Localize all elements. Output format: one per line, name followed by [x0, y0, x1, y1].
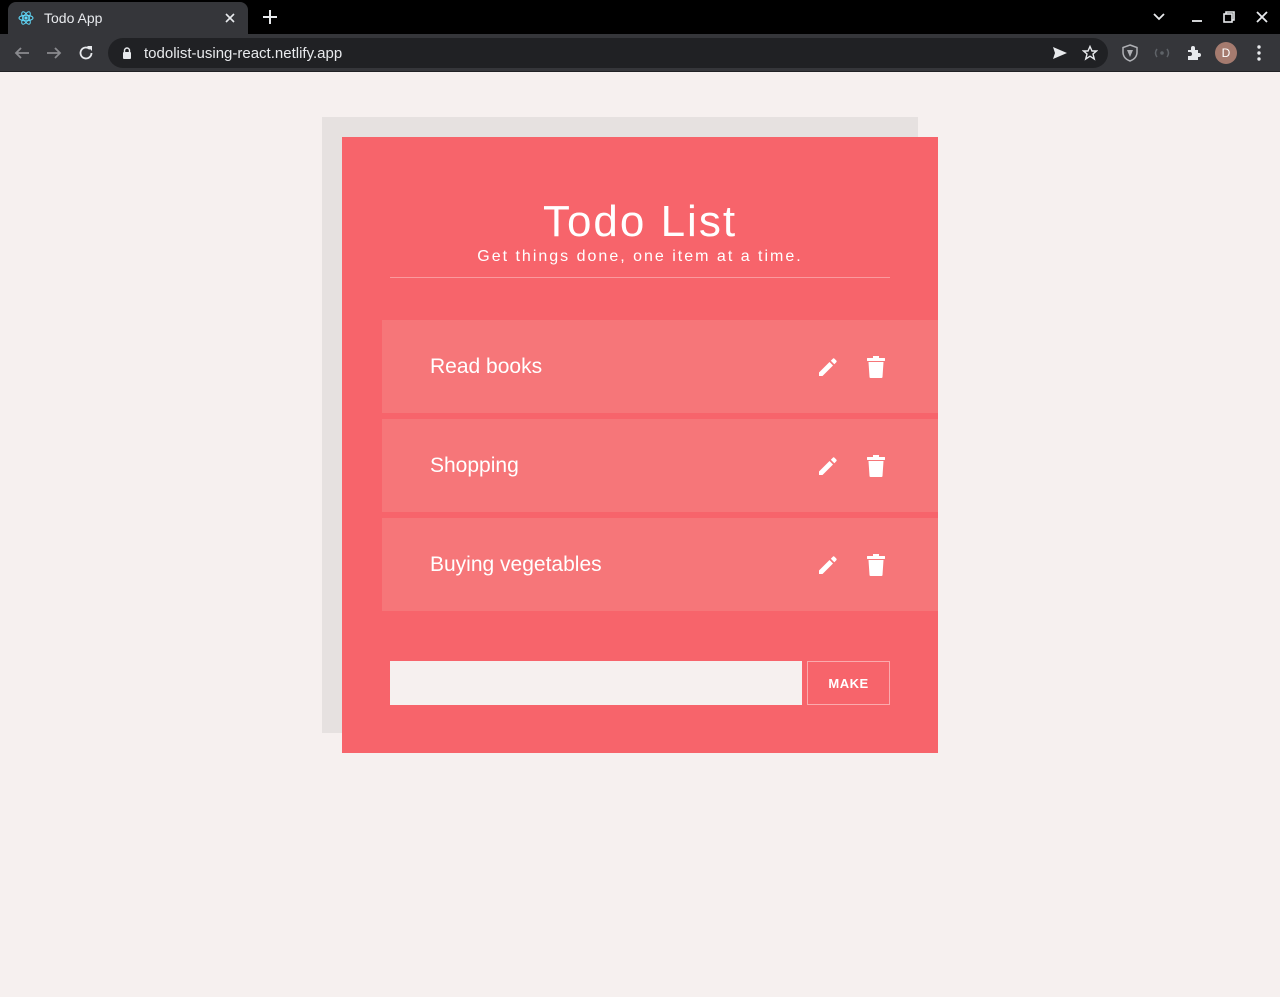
todo-item: Buying vegetables [382, 518, 938, 611]
bookmark-star-icon[interactable] [1078, 41, 1102, 65]
react-logo-icon [18, 10, 34, 26]
restore-icon[interactable] [1219, 7, 1239, 27]
trash-icon[interactable] [862, 353, 890, 381]
new-tab-plus-icon[interactable] [258, 5, 282, 29]
todo-item: Shopping [382, 419, 938, 512]
pencil-icon[interactable] [814, 452, 842, 480]
minimize-icon[interactable] [1187, 7, 1207, 27]
address-bar[interactable]: todolist-using-react.netlify.app [108, 38, 1108, 68]
pencil-icon[interactable] [814, 353, 842, 381]
new-todo-input[interactable] [390, 661, 802, 705]
todo-text: Buying vegetables [430, 552, 602, 576]
back-arrow-icon[interactable] [10, 41, 34, 65]
browser-titlebar: Todo App [0, 0, 1280, 34]
tab-close-icon[interactable] [222, 10, 238, 26]
tab-search-chevron-icon[interactable] [1149, 7, 1169, 27]
browser-tab[interactable]: Todo App [8, 2, 248, 34]
lock-icon [120, 46, 134, 60]
header-divider [390, 277, 890, 278]
forward-arrow-icon[interactable] [42, 41, 66, 65]
todo-text: Shopping [430, 453, 519, 477]
make-button[interactable]: MAKE [807, 661, 890, 705]
reload-icon[interactable] [74, 41, 98, 65]
shield-extension-icon[interactable] [1118, 41, 1142, 65]
profile-avatar[interactable]: D [1215, 42, 1237, 64]
send-icon[interactable] [1048, 41, 1072, 65]
url-text: todolist-using-react.netlify.app [144, 44, 343, 62]
extensions-puzzle-icon[interactable] [1182, 41, 1206, 65]
browser-toolbar: todolist-using-react.netlify.app D [0, 34, 1280, 72]
trash-icon[interactable] [862, 452, 890, 480]
page-subtitle: Get things done, one item at a time. [477, 248, 803, 265]
todo-text: Read books [430, 354, 543, 378]
tab-title: Todo App [44, 10, 103, 26]
todo-card: Todo List Get things done, one item at a… [342, 137, 938, 753]
pencil-icon[interactable] [814, 551, 842, 579]
page-title: Todo List [542, 197, 738, 246]
broadcast-extension-icon[interactable] [1150, 41, 1174, 65]
close-window-icon[interactable] [1252, 7, 1272, 27]
trash-icon[interactable] [862, 551, 890, 579]
todo-item: Read books [382, 320, 938, 413]
browser-menu-icon[interactable] [1247, 41, 1271, 65]
new-todo-form: MAKE [390, 661, 890, 705]
todo-list: Read books Shopping Buying vegetables [382, 320, 938, 617]
